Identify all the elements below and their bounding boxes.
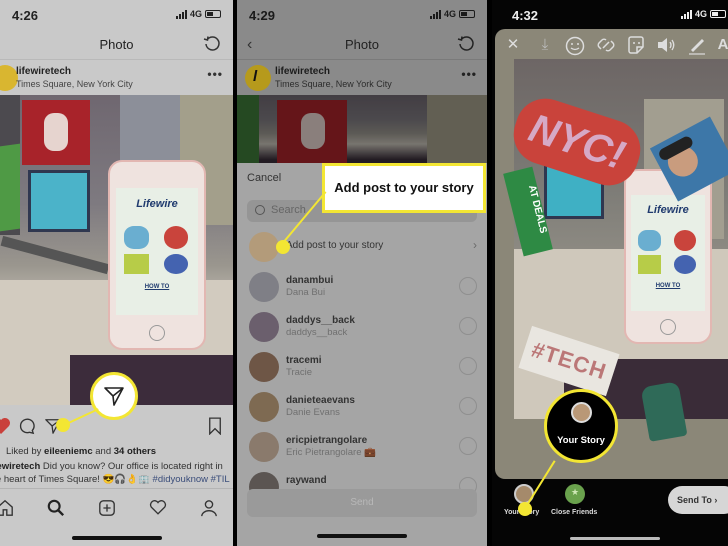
close-friends-icon[interactable]: ★ bbox=[565, 484, 585, 504]
heart-icon[interactable] bbox=[0, 417, 11, 435]
bookmark-icon[interactable] bbox=[208, 417, 222, 435]
post-actions bbox=[0, 412, 233, 442]
activity-tab-icon[interactable] bbox=[149, 499, 167, 516]
battery-icon bbox=[459, 10, 475, 18]
signal-icon bbox=[429, 9, 441, 19]
cancel-button[interactable]: Cancel bbox=[247, 172, 281, 184]
list-item[interactable]: danambui Dana Bui bbox=[237, 268, 487, 308]
chevron-right-icon: › bbox=[473, 238, 477, 252]
sound-icon[interactable] bbox=[655, 34, 677, 56]
avatar bbox=[249, 432, 279, 462]
your-story-callout: Your Story bbox=[544, 389, 618, 463]
home-indicator bbox=[317, 534, 407, 538]
battery-icon bbox=[710, 10, 726, 18]
signal-icon bbox=[680, 9, 692, 19]
add-to-story-row[interactable]: Add post to your story › bbox=[237, 228, 487, 268]
send-button[interactable]: Send bbox=[247, 489, 477, 517]
search-tab-icon[interactable] bbox=[47, 499, 65, 517]
more-options-icon[interactable]: ••• bbox=[207, 67, 223, 81]
chevron-right-icon: › bbox=[714, 495, 718, 505]
network-label: 4G bbox=[189, 9, 202, 19]
photo-phone: Lifewire HOW TO bbox=[624, 169, 712, 344]
panel-share-sheet: 4:29 4G ‹ Photo l lifewiretech Times Squ… bbox=[237, 0, 487, 546]
story-toolbar: ✕ ⤓ A bbox=[502, 34, 728, 62]
avatar bbox=[249, 352, 279, 382]
bottom-tab-bar bbox=[0, 488, 233, 528]
select-radio[interactable] bbox=[459, 397, 477, 415]
avatar bbox=[249, 312, 279, 342]
refresh-icon[interactable] bbox=[457, 35, 475, 53]
search-icon bbox=[255, 205, 265, 215]
post-username[interactable]: lifewiretech bbox=[16, 66, 71, 77]
post-header: lifewiretech Times Square, New York City… bbox=[0, 61, 233, 95]
nav-bar: Photo bbox=[0, 30, 233, 60]
avatar bbox=[571, 402, 592, 423]
your-story-avatar[interactable] bbox=[514, 484, 534, 504]
close-icon[interactable]: ✕ bbox=[502, 34, 524, 56]
avatar: l bbox=[245, 65, 271, 91]
comment-icon[interactable] bbox=[17, 417, 35, 435]
select-radio[interactable] bbox=[459, 437, 477, 455]
sticker-icon[interactable] bbox=[625, 34, 647, 56]
face-effects-icon[interactable] bbox=[564, 34, 586, 56]
add-to-story-callout: Add post to your story bbox=[322, 163, 486, 213]
home-tab-icon[interactable] bbox=[0, 499, 14, 517]
select-radio[interactable] bbox=[459, 317, 477, 335]
home-indicator bbox=[570, 537, 660, 540]
list-item[interactable]: ericpietrangolare Eric Pietrangolare 💼 bbox=[237, 428, 487, 468]
select-radio[interactable] bbox=[459, 357, 477, 375]
status-time: 4:32 bbox=[512, 8, 539, 23]
avatar bbox=[249, 232, 279, 262]
share-paper-plane-icon bbox=[104, 387, 124, 406]
panel-story-editor: 4:32 4G Lifewire HOW TO AT DEALS NYC! #T… bbox=[492, 0, 728, 546]
home-indicator bbox=[71, 536, 162, 540]
post-location: Times Square, New York City bbox=[275, 79, 392, 89]
status-time: 4:26 bbox=[12, 8, 39, 23]
status-bar: 4:29 4G bbox=[237, 0, 487, 30]
avatar bbox=[249, 272, 279, 302]
post-photo bbox=[237, 95, 487, 165]
page-title: Photo bbox=[99, 37, 134, 52]
list-item[interactable]: danieteaevans Danie Evans bbox=[237, 388, 487, 428]
refresh-icon[interactable] bbox=[203, 35, 221, 53]
network-label: 4G bbox=[443, 9, 456, 19]
status-bar: 4:26 4G bbox=[0, 0, 233, 30]
draw-icon[interactable] bbox=[686, 34, 708, 56]
nav-bar: ‹ Photo bbox=[237, 30, 487, 60]
page-title: Photo bbox=[345, 37, 379, 52]
post-header: l lifewiretech Times Square, New York Ci… bbox=[237, 61, 487, 95]
likes-text[interactable]: Liked by eileeniemc and 34 others bbox=[6, 446, 156, 457]
list-item[interactable]: daddys__back daddys__back bbox=[237, 308, 487, 348]
list-item[interactable]: tracemi Tracie bbox=[237, 348, 487, 388]
signal-icon bbox=[175, 9, 187, 19]
send-to-button[interactable]: Send To › bbox=[668, 486, 728, 514]
text-icon[interactable]: A bbox=[712, 34, 728, 56]
photo-phone: Lifewire HOW TO bbox=[108, 160, 206, 350]
avatar bbox=[249, 392, 279, 422]
link-icon[interactable] bbox=[595, 34, 617, 56]
battery-icon bbox=[205, 10, 221, 18]
new-post-tab-icon[interactable] bbox=[98, 499, 116, 517]
network-label: 4G bbox=[694, 9, 707, 19]
select-radio[interactable] bbox=[459, 277, 477, 295]
more-options-icon: ••• bbox=[461, 67, 477, 81]
download-icon[interactable]: ⤓ bbox=[534, 34, 556, 56]
profile-tab-icon[interactable] bbox=[200, 499, 218, 517]
post-photo[interactable]: Lifewire HOW TO bbox=[0, 95, 233, 405]
post-username: lifewiretech bbox=[275, 66, 331, 77]
panel-post-view: 4:26 4G Photo lifewiretech Times Square,… bbox=[0, 0, 233, 546]
status-bar: 4:32 4G bbox=[492, 0, 728, 30]
post-location[interactable]: Times Square, New York City bbox=[16, 79, 133, 89]
status-time: 4:29 bbox=[249, 8, 276, 23]
close-friends-label[interactable]: Close Friends bbox=[551, 509, 597, 516]
